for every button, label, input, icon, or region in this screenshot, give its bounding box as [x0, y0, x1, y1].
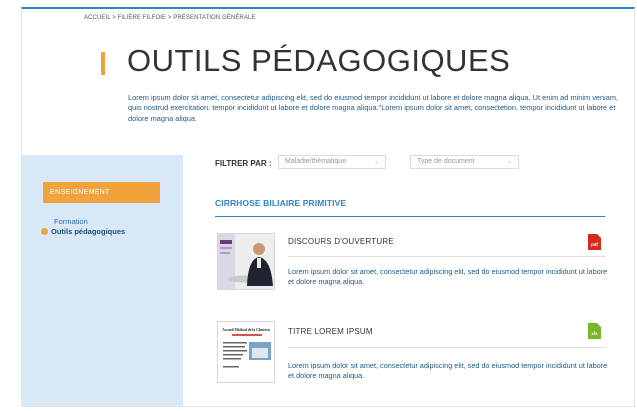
- document-description: Lorem ipsum dolor sit amet, consectetur …: [288, 361, 608, 381]
- title-accent-bar: [101, 52, 105, 75]
- sidebar-item-formation[interactable]: Formation: [54, 217, 88, 226]
- document-thumbnail[interactable]: [217, 233, 275, 290]
- document-title[interactable]: DISCOURS D'OUVERTURE: [288, 237, 394, 246]
- sidebar-active-section[interactable]: ENSEIGNEMENT: [43, 182, 160, 203]
- document-description: Lorem ipsum dolor sit amet, consectetur …: [288, 267, 608, 287]
- document-preview-icon: [223, 334, 271, 368]
- document-divider: [288, 347, 606, 348]
- page-title: OUTILS PÉDAGOGIQUES: [127, 43, 511, 78]
- chevron-down-icon: ⌄: [373, 159, 379, 165]
- xls-file-icon[interactable]: xls: [588, 323, 601, 339]
- section-title: CIRRHOSE BILIAIRE PRIMITIVE: [215, 198, 347, 208]
- breadcrumb[interactable]: ACCUEIL > FILIÈRE FILFOIE > PRÉSENTATION…: [84, 15, 256, 21]
- pdf-file-icon[interactable]: pdf: [588, 234, 601, 250]
- doc-type-filter-value: Type de document: [417, 158, 475, 165]
- document-divider: [288, 256, 606, 257]
- filter-label: FILTRER PAR :: [215, 159, 272, 168]
- sidebar: ENSEIGNEMENT Formation Outils pédagogiqu…: [22, 155, 183, 406]
- page-frame: ACCUEIL > FILIÈRE FILFOIE > PRÉSENTATION…: [21, 7, 635, 407]
- theme-filter-value: Maladie/thématique: [285, 158, 347, 165]
- chevron-down-icon: ⌄: [506, 159, 512, 165]
- sidebar-item-outils-pedagogiques[interactable]: Outils pédagogiques: [41, 227, 125, 236]
- thumbnail-heading: Accueil Médical de la Clinicien: [222, 328, 270, 332]
- doc-type-filter-select[interactable]: Type de document ⌄: [410, 155, 519, 169]
- section-divider: [215, 216, 605, 217]
- speaker-photo-icon: [218, 234, 274, 289]
- document-thumbnail[interactable]: Accueil Médical de la Clinicien: [217, 321, 275, 383]
- current-item-dot-icon: [41, 228, 48, 235]
- theme-filter-select[interactable]: Maladie/thématique ⌄: [278, 155, 386, 169]
- sidebar-item-label: Outils pédagogiques: [51, 227, 126, 236]
- intro-text: Lorem ipsum dolor sit amet, consectetur …: [128, 93, 619, 123]
- document-title[interactable]: TITRE LOREM IPSUM: [288, 327, 373, 336]
